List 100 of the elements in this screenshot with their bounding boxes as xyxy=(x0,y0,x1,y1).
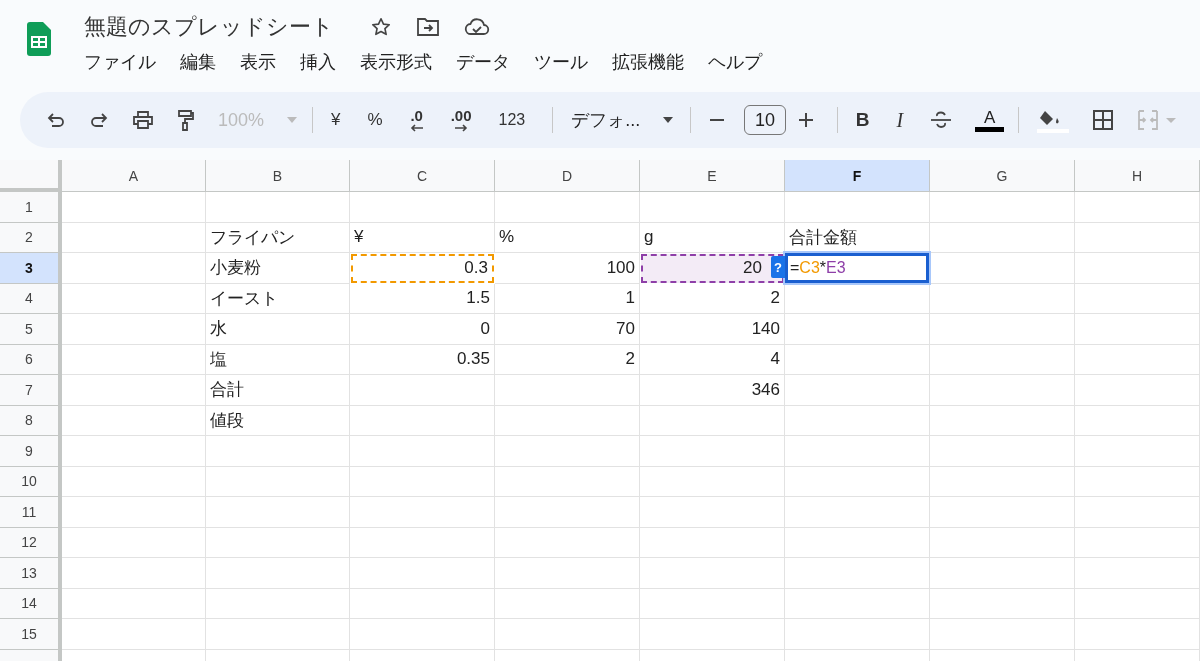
grid-cell[interactable] xyxy=(785,527,930,558)
grid-cell[interactable] xyxy=(1075,527,1200,558)
grid-cell[interactable] xyxy=(206,558,350,589)
grid-cell[interactable] xyxy=(930,405,1075,436)
more-formats-button[interactable]: 123 xyxy=(498,112,526,128)
paint-roller-icon[interactable] xyxy=(177,109,195,131)
column-header[interactable]: F xyxy=(785,160,930,192)
menu-item[interactable]: 挿入 xyxy=(300,50,336,74)
grid-cell[interactable] xyxy=(930,192,1075,223)
grid-cell[interactable] xyxy=(495,558,640,589)
grid-cell[interactable] xyxy=(350,192,495,223)
grid-cell[interactable] xyxy=(1075,588,1200,619)
grid-cell[interactable] xyxy=(350,375,495,406)
strikethrough-icon[interactable] xyxy=(930,111,953,129)
grid-cell[interactable] xyxy=(350,558,495,589)
grid-cell[interactable] xyxy=(640,466,785,497)
row-header[interactable]: 9 xyxy=(0,436,62,467)
menu-item[interactable]: 編集 xyxy=(180,50,216,74)
row-header[interactable]: 7 xyxy=(0,375,62,406)
grid-cell[interactable] xyxy=(62,283,206,314)
grid-cell[interactable] xyxy=(350,497,495,528)
grid-cell[interactable] xyxy=(62,527,206,558)
grid-cell[interactable] xyxy=(206,527,350,558)
grid-cell[interactable] xyxy=(930,466,1075,497)
grid-cell[interactable] xyxy=(640,405,785,436)
grid-cell[interactable] xyxy=(62,466,206,497)
grid-cell[interactable] xyxy=(1075,192,1200,223)
grid-cell[interactable] xyxy=(495,588,640,619)
grid-cell[interactable] xyxy=(62,314,206,345)
plus-icon[interactable] xyxy=(797,112,814,128)
grid-cell[interactable] xyxy=(62,222,206,253)
grid-cell[interactable] xyxy=(1075,497,1200,528)
grid-cell[interactable] xyxy=(1075,375,1200,406)
grid-cell[interactable] xyxy=(495,527,640,558)
row-header[interactable]: 8 xyxy=(0,405,62,436)
print-icon[interactable] xyxy=(132,110,154,130)
grid-cell[interactable] xyxy=(495,405,640,436)
grid-cell[interactable] xyxy=(62,588,206,619)
grid-cell[interactable] xyxy=(1075,436,1200,467)
grid-cell[interactable] xyxy=(930,588,1075,619)
grid-cell[interactable] xyxy=(1075,558,1200,589)
menu-item[interactable]: 表示 xyxy=(240,50,276,74)
grid-cell[interactable] xyxy=(62,192,206,223)
grid-cell[interactable] xyxy=(785,588,930,619)
column-header[interactable]: A xyxy=(62,160,206,192)
grid-cell[interactable] xyxy=(350,405,495,436)
formula-help-badge[interactable]: ? xyxy=(771,256,785,278)
grid-cell[interactable] xyxy=(785,405,930,436)
column-header[interactable]: H xyxy=(1075,160,1200,192)
grid-cell[interactable] xyxy=(640,619,785,650)
star-icon[interactable] xyxy=(370,16,392,38)
formula-editor[interactable]: =C3*E3 xyxy=(785,253,929,283)
grid-cell[interactable] xyxy=(930,375,1075,406)
menu-item[interactable]: ファイル xyxy=(84,50,156,74)
font-size-field[interactable]: 10 xyxy=(744,105,786,135)
grid-cell[interactable] xyxy=(495,466,640,497)
menu-item[interactable]: 拡張機能 xyxy=(612,50,684,74)
row-header[interactable]: 2 xyxy=(0,222,62,253)
sheets-logo-icon[interactable] xyxy=(27,22,51,56)
grid-cell[interactable] xyxy=(930,436,1075,467)
row-header[interactable]: 12 xyxy=(0,527,62,558)
row-header[interactable]: 5 xyxy=(0,314,62,345)
grid-cell[interactable] xyxy=(930,497,1075,528)
grid-cell[interactable] xyxy=(640,436,785,467)
grid-cell[interactable] xyxy=(350,527,495,558)
grid-cell[interactable] xyxy=(785,497,930,528)
grid-cell[interactable] xyxy=(785,314,930,345)
grid-cell[interactable] xyxy=(62,558,206,589)
grid-cell[interactable] xyxy=(640,588,785,619)
menu-item[interactable]: データ xyxy=(456,50,510,74)
grid-cell[interactable] xyxy=(930,314,1075,345)
grid-cell[interactable] xyxy=(785,283,930,314)
column-header[interactable]: E xyxy=(640,160,785,192)
grid-cell[interactable] xyxy=(350,588,495,619)
grid-cell[interactable] xyxy=(785,619,930,650)
grid-cell[interactable] xyxy=(930,253,1075,284)
format-button[interactable]: ¥ xyxy=(331,112,341,128)
undo-icon[interactable] xyxy=(46,110,66,130)
row-header[interactable]: 1 xyxy=(0,192,62,223)
grid-cell[interactable] xyxy=(206,588,350,619)
grid-cell[interactable] xyxy=(640,192,785,223)
grid-cell[interactable] xyxy=(495,619,640,650)
grid-cell[interactable] xyxy=(206,192,350,223)
grid-cell[interactable] xyxy=(1075,619,1200,650)
column-header[interactable]: D xyxy=(495,160,640,192)
move-folder-icon[interactable] xyxy=(416,16,440,38)
italic-button[interactable]: I xyxy=(896,112,904,128)
cloud-check-icon[interactable] xyxy=(464,17,490,37)
grid-cell[interactable] xyxy=(62,253,206,284)
grid-cell[interactable] xyxy=(495,375,640,406)
grid-cell[interactable] xyxy=(1075,344,1200,375)
minus-icon[interactable] xyxy=(709,118,726,122)
grid-cell[interactable] xyxy=(1075,314,1200,345)
grid-cell[interactable] xyxy=(62,344,206,375)
grid-cell[interactable] xyxy=(350,436,495,467)
grid-cell[interactable] xyxy=(930,527,1075,558)
row-header[interactable]: 11 xyxy=(0,497,62,528)
grid-cell[interactable] xyxy=(1075,466,1200,497)
column-header[interactable]: G xyxy=(930,160,1075,192)
bold-button[interactable]: B xyxy=(855,112,870,128)
